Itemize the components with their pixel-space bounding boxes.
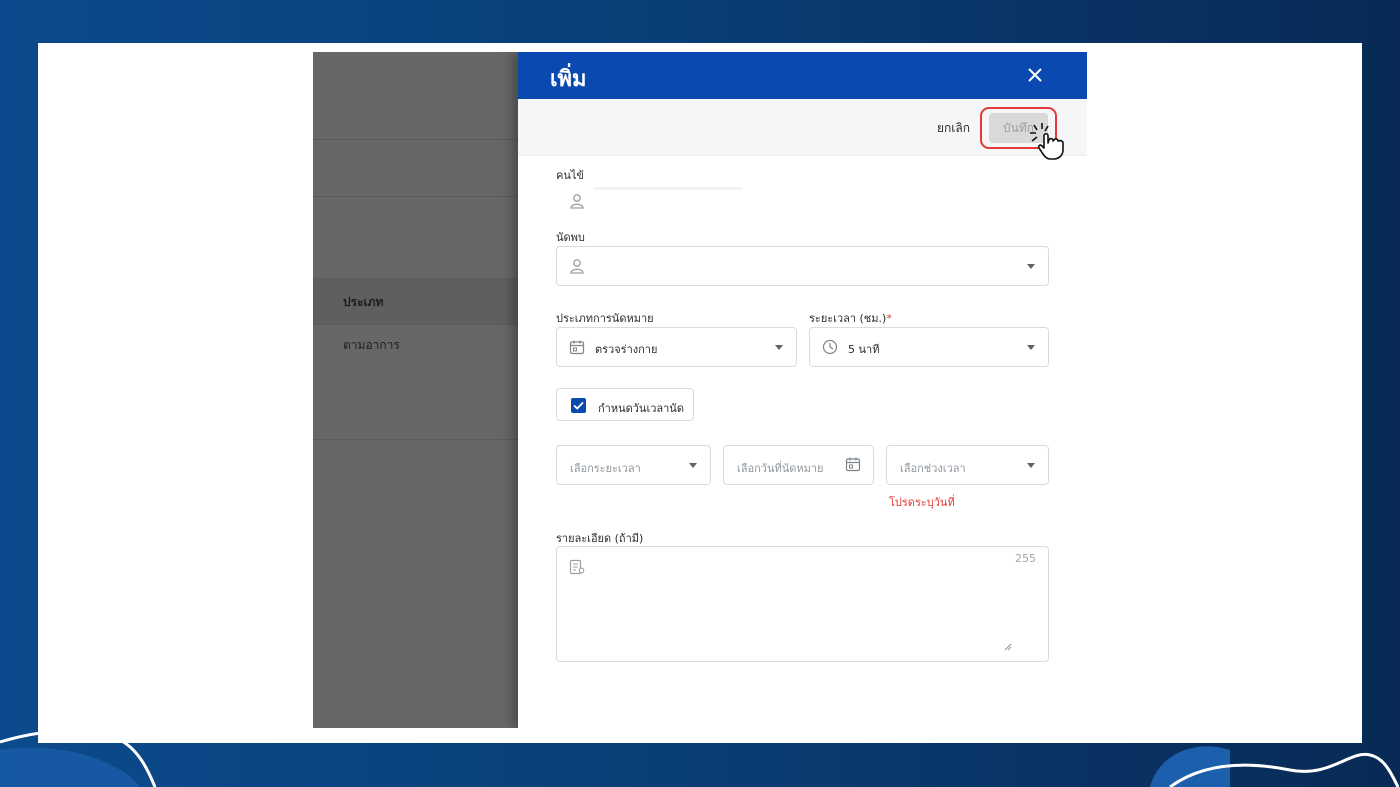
details-textarea[interactable]: 255: [556, 546, 1049, 662]
divider: [313, 324, 518, 325]
type-cell: ตามอาการ: [343, 338, 400, 352]
add-drawer: เพิ่ม ยกเลิก บันทึก คนไข้ นัดพบ ประเภทกา…: [518, 52, 1087, 728]
chevron-down-icon: [1027, 345, 1035, 350]
timeslot-placeholder: เลือกช่วงเวลา: [900, 462, 966, 475]
duration-value: 5 นาที: [848, 343, 880, 356]
clock-icon: [822, 339, 838, 355]
type-column-header: ประเภท: [343, 295, 384, 309]
appointment-type-select[interactable]: ตรวจร่างกาย: [556, 327, 797, 367]
set-datetime-label: กำหนดวันเวลานัด: [598, 402, 684, 415]
divider: [313, 439, 518, 440]
appointee-label: นัดพบ: [556, 231, 585, 244]
decorative-swirl-right: [1150, 746, 1400, 787]
chevron-down-icon: [1027, 463, 1035, 468]
character-counter: 255: [1015, 552, 1036, 565]
appointment-type-label: ประเภทการนัดหมาย: [556, 312, 654, 325]
details-label: รายละเอียด (ถ้ามี): [556, 532, 644, 545]
duration-label: ระยะเวลา (ชม.)*: [809, 312, 892, 325]
calendar-icon: [569, 340, 585, 355]
appointee-select[interactable]: [556, 246, 1049, 286]
background-panel: ประเภท ตามอาการ: [313, 52, 518, 728]
notes-icon: [569, 559, 585, 575]
cancel-button[interactable]: ยกเลิก: [937, 119, 970, 138]
drawer-header: เพิ่ม: [518, 52, 1087, 99]
app-window: ประเภท ตามอาการ เพิ่ม ยกเลิก บันทึก คนไข…: [313, 52, 1087, 728]
checkbox-checked-icon: [571, 398, 586, 413]
patient-label: คนไข้: [556, 169, 584, 182]
date-error-message: โปรดระบุวันที่: [889, 496, 955, 509]
date-picker-input[interactable]: เลือกวันที่นัดหมาย: [723, 445, 874, 485]
period-placeholder: เลือกระยะเวลา: [570, 462, 641, 475]
required-asterisk: *: [886, 312, 892, 325]
patient-value-placeholder: [593, 187, 743, 190]
set-datetime-checkbox[interactable]: กำหนดวันเวลานัด: [556, 388, 694, 421]
date-placeholder: เลือกวันที่นัดหมาย: [737, 462, 824, 475]
chevron-down-icon: [689, 463, 697, 468]
chevron-down-icon: [1027, 264, 1035, 269]
chevron-down-icon: [775, 345, 783, 350]
drawer-title: เพิ่ม: [550, 67, 587, 92]
action-bar: ยกเลิก บันทึก: [518, 99, 1087, 160]
resize-handle-icon[interactable]: [1003, 642, 1012, 651]
duration-select[interactable]: 5 นาที: [809, 327, 1049, 367]
calendar-icon[interactable]: [845, 456, 861, 472]
appointment-type-value: ตรวจร่างกาย: [595, 343, 658, 356]
divider: [313, 139, 518, 140]
person-icon: [570, 194, 584, 209]
timeslot-select[interactable]: เลือกช่วงเวลา: [886, 445, 1049, 485]
close-icon[interactable]: [1023, 63, 1047, 87]
person-icon: [570, 259, 584, 274]
divider: [313, 196, 518, 197]
hand-pointer-icon: [1030, 123, 1064, 160]
period-select[interactable]: เลือกระยะเวลา: [556, 445, 711, 485]
